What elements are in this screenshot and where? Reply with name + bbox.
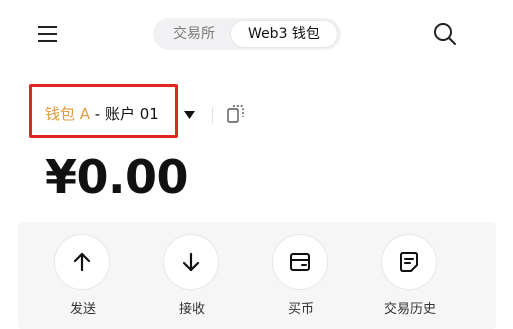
total-balance: ¥0.00	[45, 150, 189, 204]
buy-icon-circle	[272, 234, 328, 290]
receive-label: 接收	[178, 302, 205, 317]
send-icon-circle	[54, 234, 110, 290]
arrow-down-icon	[182, 252, 200, 272]
hamburger-menu-icon[interactable]	[36, 24, 60, 44]
history-icon-circle	[381, 234, 437, 290]
card-icon	[290, 253, 310, 271]
divider	[212, 107, 213, 123]
tab-exchange[interactable]: 交易所	[159, 21, 229, 47]
tab-web3-wallet[interactable]: Web3 钱包	[231, 21, 337, 47]
receive-icon-circle	[163, 234, 219, 290]
copy-icon[interactable]	[226, 103, 246, 125]
receive-button[interactable]: 接收	[147, 234, 237, 320]
quick-actions-panel: 发送 接收 买币 交易历史	[18, 222, 496, 329]
wallet-name: 钱包 A	[45, 105, 91, 123]
buy-label: 买币	[287, 302, 314, 317]
exchange-web3-switch: 交易所 Web3 钱包	[153, 18, 341, 50]
account-name: 账户 01	[104, 105, 159, 123]
wallet-separator: -	[90, 105, 105, 123]
history-document-icon	[400, 252, 418, 272]
history-label: 交易历史	[383, 302, 436, 317]
send-label: 发送	[69, 302, 96, 317]
search-icon[interactable]	[432, 21, 458, 47]
arrow-up-icon	[73, 252, 91, 272]
caret-down-icon[interactable]	[184, 111, 195, 119]
send-button[interactable]: 发送	[38, 234, 128, 320]
buy-crypto-button[interactable]: 买币	[256, 234, 346, 320]
transaction-history-button[interactable]: 交易历史	[365, 234, 455, 320]
wallet-account-selector[interactable]: 钱包 A - 账户 01	[45, 103, 159, 125]
